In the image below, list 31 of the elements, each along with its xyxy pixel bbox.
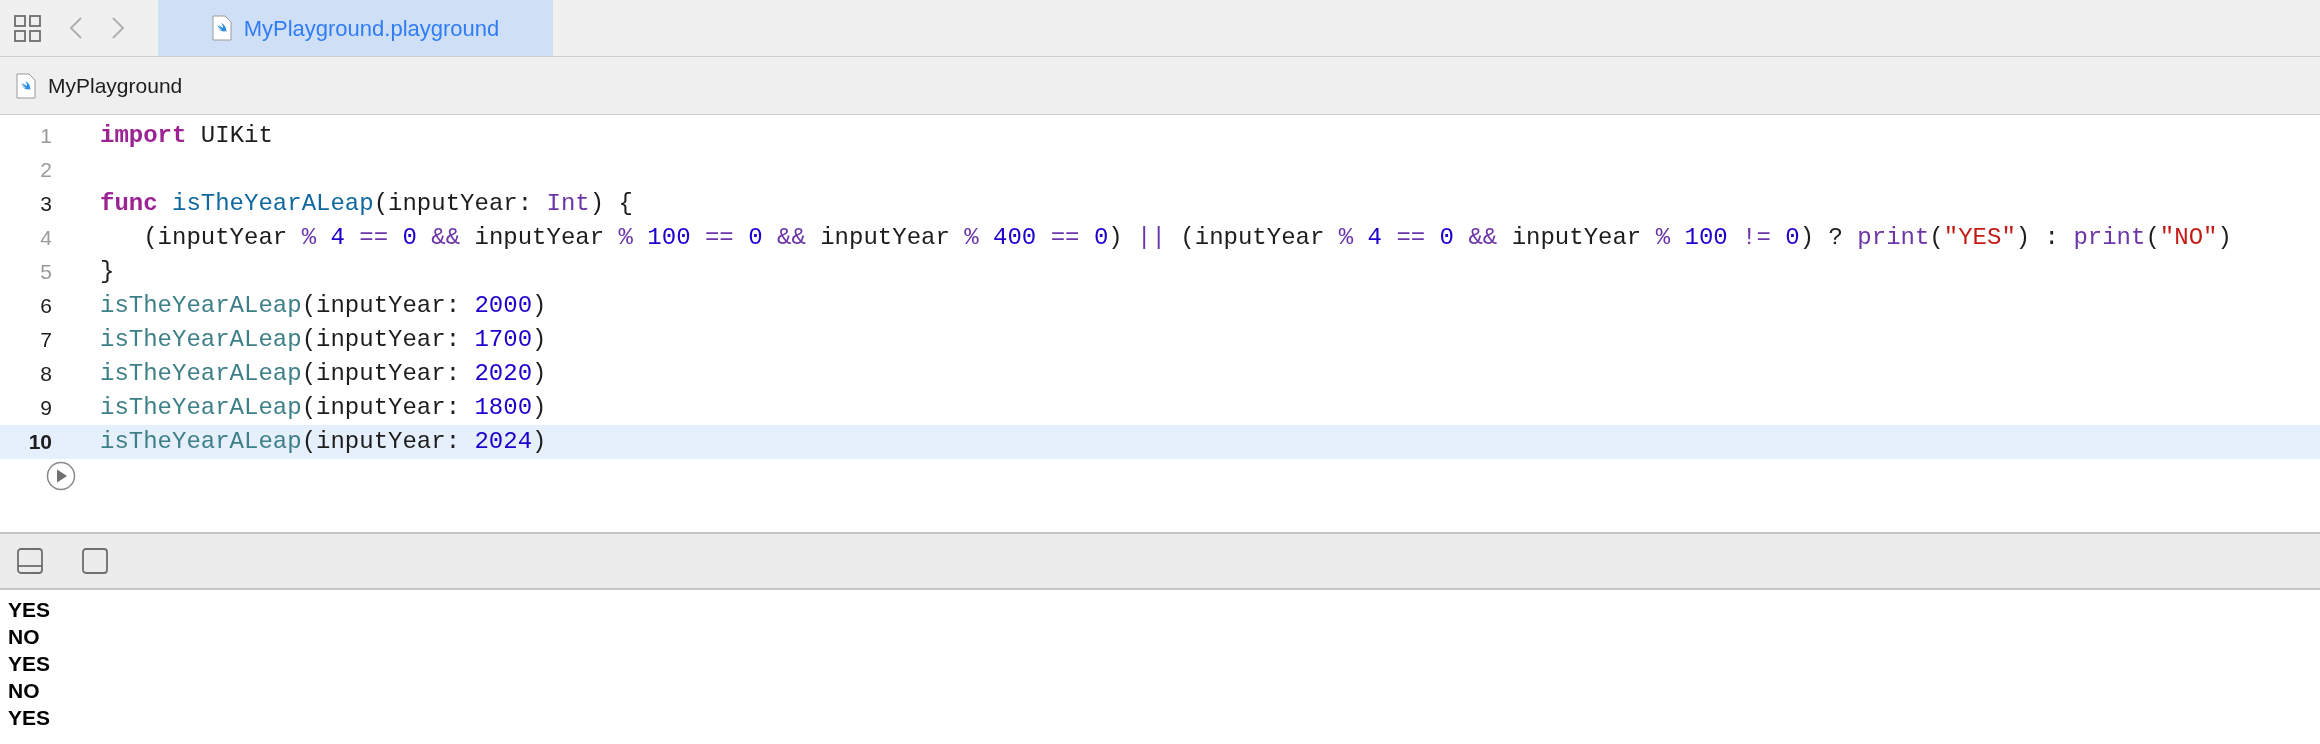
output-line: NO — [8, 678, 40, 704]
output-line: YES — [8, 651, 51, 677]
line-number: 4 — [39, 225, 52, 252]
swift-file-icon — [16, 72, 36, 99]
code-line: func isTheYearALeap(inputYear: Int) { — [100, 189, 633, 219]
code-line: import UIKit — [100, 121, 273, 151]
code-line: } — [100, 257, 115, 287]
line-number: 6 — [39, 293, 52, 320]
output-line: YES — [8, 705, 51, 731]
swift-file-icon — [211, 15, 232, 41]
bottom-panel-icon[interactable] — [17, 548, 43, 574]
line-number: 3 — [39, 191, 52, 218]
line-number: 1 — [39, 123, 52, 150]
grid-icon[interactable] — [14, 14, 41, 42]
square-panel-icon[interactable] — [82, 548, 108, 574]
line-number: 7 — [39, 327, 52, 354]
code-line: isTheYearALeap(inputYear: 2024) — [100, 427, 547, 457]
output-line: NO — [8, 624, 40, 650]
code-line: (inputYear % 4 == 0 && inputYear % 100 == 0 && inputYear % 400 == 0) || (inputYear % 4 == 0 && inputYear % 100 != 0) ? print("YES") : print("NO") — [142, 223, 2232, 253]
line-number: 10 — [27, 429, 52, 456]
line-number: 9 — [39, 395, 52, 422]
line-number: 5 — [39, 259, 52, 286]
code-line: isTheYearALeap(inputYear: 1800) — [100, 393, 547, 423]
code-line: isTheYearALeap(inputYear: 1700) — [100, 325, 547, 355]
line-number: 2 — [39, 157, 52, 184]
breadcrumb-item[interactable]: MyPlayground — [48, 69, 183, 102]
code-line: isTheYearALeap(inputYear: 2000) — [100, 291, 547, 321]
line-number: 8 — [39, 361, 52, 388]
code-line: isTheYearALeap(inputYear: 2020) — [100, 359, 547, 389]
run-button[interactable] — [46, 461, 76, 491]
output-line: YES — [8, 597, 51, 623]
